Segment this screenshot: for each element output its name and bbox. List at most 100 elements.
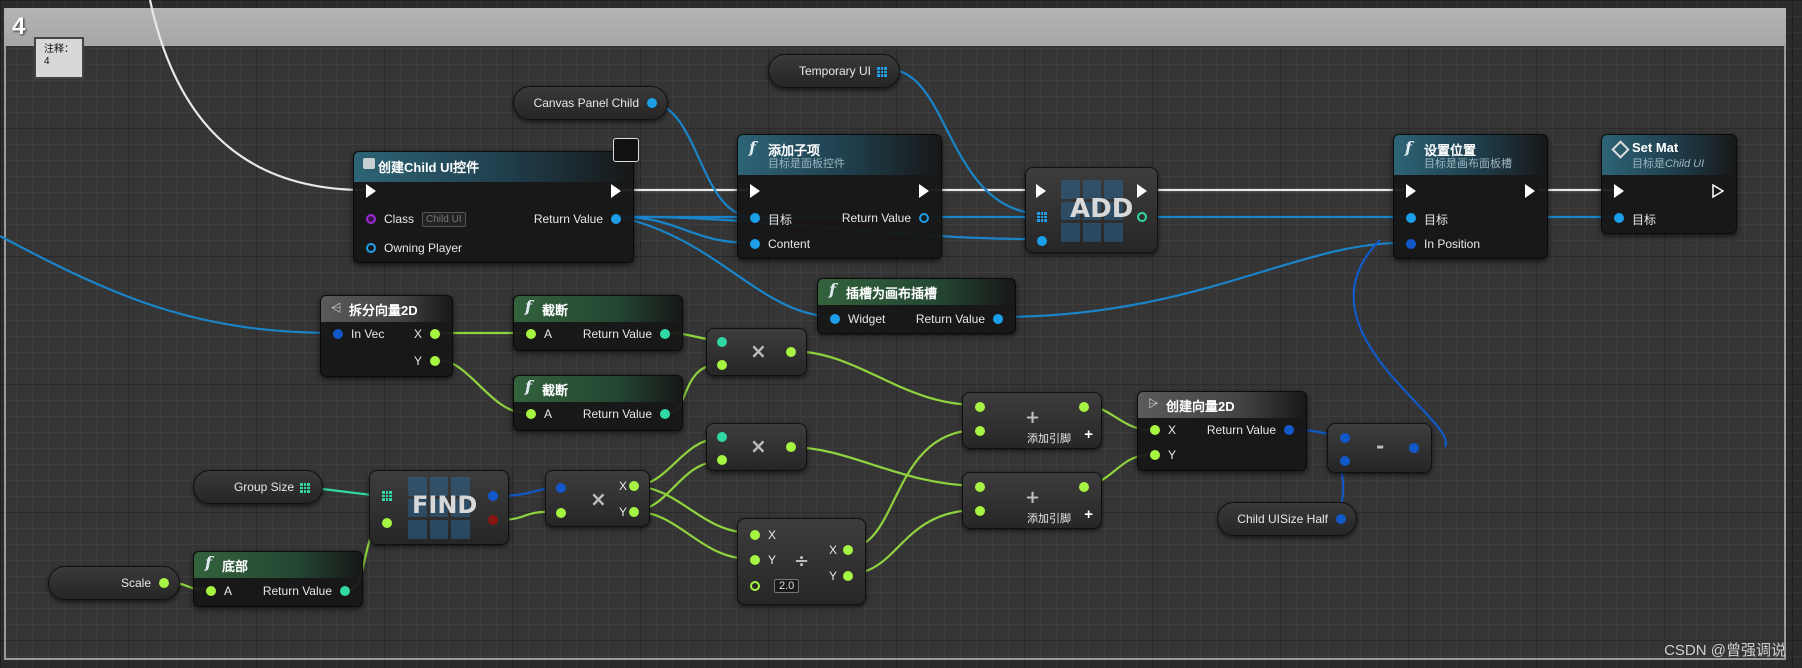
a-in-pin[interactable] xyxy=(717,432,727,442)
var-child-ui-size-half[interactable]: Child UISize Half xyxy=(1217,502,1357,536)
add-pin-button[interactable]: 添加引脚 xyxy=(1027,510,1071,526)
array-in-pin[interactable] xyxy=(382,491,392,501)
a-in-pin[interactable] xyxy=(717,337,727,347)
target-pin[interactable] xyxy=(1614,213,1624,223)
exec-out-pin[interactable] xyxy=(1712,184,1724,198)
a-pin[interactable] xyxy=(526,329,536,339)
out-pin[interactable] xyxy=(1409,443,1419,453)
node-multiply-vector[interactable]: × X Y xyxy=(545,470,650,527)
add-pin-button[interactable]: 添加引脚 xyxy=(1027,430,1071,446)
node-set-mat[interactable]: Set Mat 目标是Child UI 目标 xyxy=(1601,134,1737,234)
y-out-pin[interactable] xyxy=(629,507,639,517)
index-out-pin[interactable] xyxy=(1137,212,1147,222)
a-pin[interactable] xyxy=(526,409,536,419)
exec-in-pin[interactable] xyxy=(1614,184,1624,198)
exec-in-pin[interactable] xyxy=(750,184,760,198)
node-truncate-1[interactable]: f 截断 A Return Value xyxy=(513,295,683,351)
divisor-pin[interactable] xyxy=(750,581,760,591)
exec-out-pin[interactable] xyxy=(1525,184,1535,198)
y-in-pin[interactable] xyxy=(750,555,760,565)
return-value-pin[interactable] xyxy=(1284,425,1294,435)
exec-in-pin[interactable] xyxy=(1406,184,1416,198)
node-break-vector2d[interactable]: ⩤ 拆分向量2D In Vec X Y xyxy=(320,295,453,377)
node-multiply-2[interactable]: × xyxy=(706,423,807,471)
exec-in-pin[interactable] xyxy=(366,184,376,198)
content-pin[interactable] xyxy=(750,239,760,249)
exec-in-pin[interactable] xyxy=(1036,184,1046,198)
return-value-pin[interactable] xyxy=(660,329,670,339)
var-scale[interactable]: Scale xyxy=(48,566,180,600)
var-output-pin[interactable] xyxy=(1336,514,1346,524)
a-in-pin[interactable] xyxy=(1340,433,1350,443)
out-pin[interactable] xyxy=(1079,482,1089,492)
var-temporary-ui[interactable]: Temporary UI xyxy=(768,54,900,88)
target-pin[interactable] xyxy=(750,213,760,223)
b-in-pin[interactable] xyxy=(717,360,727,370)
return-value-pin[interactable] xyxy=(611,214,621,224)
owning-player-pin[interactable] xyxy=(366,243,376,253)
y-out-pin[interactable] xyxy=(843,571,853,581)
b-in-pin[interactable] xyxy=(975,506,985,516)
var-output-pin[interactable] xyxy=(159,578,169,588)
item-in-pin[interactable] xyxy=(382,518,392,528)
node-make-vector2d[interactable]: ⩥ 创建向量2D X Return Value Y xyxy=(1137,391,1307,471)
array-pin-icon[interactable] xyxy=(300,483,310,493)
return-value-pin[interactable] xyxy=(340,586,350,596)
b-in-pin[interactable] xyxy=(556,508,566,518)
node-set-position[interactable]: f 设置位置 目标是画布面板槽 目标 In Position xyxy=(1393,134,1548,259)
x-out-pin[interactable] xyxy=(430,329,440,339)
index-out-pin[interactable] xyxy=(488,491,498,501)
return-value-pin[interactable] xyxy=(993,314,1003,324)
node-subtract-vector[interactable]: - xyxy=(1327,423,1432,473)
array-pin-icon[interactable] xyxy=(877,67,887,77)
node-multiply-1[interactable]: × xyxy=(706,328,807,376)
widget-pin[interactable] xyxy=(830,314,840,324)
node-array-add[interactable]: ADD xyxy=(1025,167,1158,253)
item-in-pin[interactable] xyxy=(1037,236,1047,246)
exec-out-pin[interactable] xyxy=(611,184,621,198)
add-pin-plus-icon[interactable]: + xyxy=(1084,426,1093,443)
a-in-pin[interactable] xyxy=(556,483,566,493)
graph-canvas[interactable]: 4 注释： 4 Canvas Panel Child Temporary UI … xyxy=(0,0,1802,668)
x-out-pin[interactable] xyxy=(629,481,639,491)
found-out-pin[interactable] xyxy=(488,515,498,525)
in-position-pin[interactable] xyxy=(1406,239,1416,249)
y-out-pin[interactable] xyxy=(430,356,440,366)
node-add-1[interactable]: + 添加引脚 + xyxy=(962,392,1102,449)
x-in-pin[interactable] xyxy=(750,530,760,540)
exec-out-pin[interactable] xyxy=(1137,184,1147,198)
divisor-input[interactable]: 2.0 xyxy=(774,579,800,593)
out-pin[interactable] xyxy=(1079,402,1089,412)
in-vec-pin[interactable] xyxy=(333,329,343,339)
class-pin[interactable] xyxy=(366,214,376,224)
a-pin[interactable] xyxy=(206,586,216,596)
y-in-pin[interactable] xyxy=(1150,450,1160,460)
node-slot-as-canvas[interactable]: f 插槽为画布插槽 Widget Return Value xyxy=(817,278,1016,334)
out-pin[interactable] xyxy=(786,442,796,452)
x-out-pin[interactable] xyxy=(843,545,853,555)
node-create-widget[interactable]: 创建Child UI控件 Class Child UI Return Value… xyxy=(353,138,639,263)
b-in-pin[interactable] xyxy=(1340,456,1350,466)
a-in-pin[interactable] xyxy=(975,402,985,412)
return-value-pin[interactable] xyxy=(919,213,929,223)
var-group-size[interactable]: Group Size xyxy=(193,470,323,504)
exec-out-pin[interactable] xyxy=(919,184,929,198)
x-in-pin[interactable] xyxy=(1150,425,1160,435)
node-divide[interactable]: X Y 2.0 ÷ X Y xyxy=(737,518,866,605)
node-add-child[interactable]: f 添加子项 目标是面板控件 目标 Return Value Content xyxy=(737,134,942,259)
node-floor[interactable]: f 底部 A Return Value xyxy=(193,551,363,607)
b-in-pin[interactable] xyxy=(975,426,985,436)
class-dropdown[interactable]: Child UI xyxy=(422,212,466,227)
b-in-pin[interactable] xyxy=(717,455,727,465)
a-in-pin[interactable] xyxy=(975,482,985,492)
return-value-pin[interactable] xyxy=(660,409,670,419)
node-add-2[interactable]: + 添加引脚 + xyxy=(962,472,1102,529)
add-pin-plus-icon[interactable]: + xyxy=(1084,506,1093,523)
array-in-pin[interactable] xyxy=(1037,212,1047,222)
var-canvas-panel-child[interactable]: Canvas Panel Child xyxy=(513,86,668,120)
target-pin[interactable] xyxy=(1406,213,1416,223)
out-pin[interactable] xyxy=(786,347,796,357)
node-truncate-2[interactable]: f 截断 A Return Value xyxy=(513,375,683,431)
var-output-pin[interactable] xyxy=(647,98,657,108)
node-array-find[interactable]: FIND xyxy=(369,470,509,545)
